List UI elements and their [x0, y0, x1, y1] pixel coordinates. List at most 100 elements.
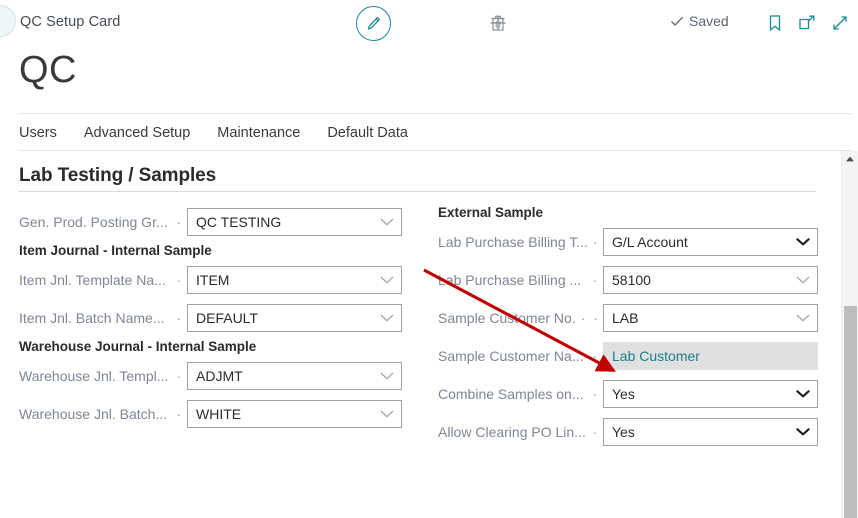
nav-item-maintenance[interactable]: Maintenance: [217, 125, 314, 141]
pencil-icon: [367, 16, 380, 30]
lab-purchase-billing-type-field-value: G/L Account: [612, 234, 688, 250]
check-icon: [671, 16, 684, 26]
warehouse-jnl-template-field-label: Warehouse Jnl. Templ...: [19, 368, 169, 384]
warehouse-jnl-template-field-value: ADJMT: [196, 368, 243, 384]
vertical-scrollbar[interactable]: [841, 151, 858, 518]
allow-clearing-po-lines-field-value: Yes: [612, 424, 635, 440]
expand-diagonal-icon: [833, 16, 847, 30]
lab-purchase-billing-no-field[interactable]: 58100: [603, 266, 818, 294]
chevron-down-icon: [380, 276, 394, 285]
warehouse-jnl-template-field-row: Warehouse Jnl. Templ... · ADJMT: [19, 357, 402, 395]
lab-purchase-billing-no-field-label: Lab Purchase Billing ...: [438, 272, 582, 288]
label-dot-separator: ·: [176, 368, 183, 384]
chevron-down-icon: [796, 238, 810, 247]
allow-clearing-po-lines-field-row: Allow Clearing PO Lin... · Yes: [438, 413, 818, 451]
label-dot-separator: · ·: [580, 310, 599, 326]
label-dot-separator: ·: [592, 424, 599, 440]
chevron-down-icon: [796, 390, 810, 399]
content-area: Lab Testing / Samples Gen. Prod. Posting…: [0, 151, 831, 518]
sample-customer-no-field-label: Sample Customer No.: [438, 310, 576, 326]
bookmark-icon: [769, 15, 781, 32]
chevron-down-icon: [380, 218, 394, 227]
label-dot-separator: ·: [176, 310, 183, 326]
action-nav: Users Advanced Setup Maintenance Default Da…: [19, 120, 435, 146]
warehouse-jnl-batch-field-value: WHITE: [196, 406, 242, 422]
nav-item-default-data[interactable]: Default Data: [327, 125, 422, 141]
combine-samples-on-field-label: Combine Samples on...: [438, 386, 584, 402]
item-jnl-batch-name-field-label: Item Jnl. Batch Name...: [19, 310, 165, 326]
sample-customer-name-field-row: Sample Customer Na... · Lab Customer: [438, 337, 818, 375]
chevron-down-icon: [380, 314, 394, 323]
label-dot-separator: ·: [592, 386, 599, 402]
item-jnl-template-name-field[interactable]: ITEM: [187, 266, 402, 294]
sample-customer-name-field-label: Sample Customer Na...: [438, 348, 584, 364]
warehouse-journal-internal-sample-subheading: Warehouse Journal - Internal Sample: [19, 339, 257, 354]
combine-samples-on-field-value: Yes: [612, 386, 635, 402]
chevron-down-icon: [796, 314, 810, 323]
left-column: Gen. Prod. Posting Gr... · QC TESTING Item …: [19, 203, 402, 433]
bookmark-button[interactable]: [758, 7, 792, 39]
chevron-down-icon: [380, 372, 394, 381]
gen-prod-posting-group-field-value: QC TESTING: [196, 214, 282, 230]
combine-samples-on-field[interactable]: Yes: [603, 380, 818, 408]
group-divider: [19, 191, 816, 192]
sample-customer-no-field[interactable]: LAB: [603, 304, 818, 332]
scroll-up-arrow-icon[interactable]: [842, 151, 858, 167]
label-dot-separator: ·: [176, 272, 183, 288]
label-dot-separator: ·: [592, 234, 599, 250]
allow-clearing-po-lines-field-label: Allow Clearing PO Lin...: [438, 424, 586, 440]
lab-purchase-billing-type-field[interactable]: G/L Account: [603, 228, 818, 256]
lab-purchase-billing-type-field-label: Lab Purchase Billing T...: [438, 234, 588, 250]
right-column: External Sample Lab Purchase Billing T...…: [438, 203, 818, 451]
label-dot-separator: ·: [176, 406, 183, 422]
label-dot-separator: ·: [592, 348, 599, 364]
open-in-new-window-button[interactable]: [790, 7, 824, 39]
card-name-label: QC Setup Card: [20, 14, 121, 30]
item-jnl-batch-name-field-value: DEFAULT: [196, 310, 258, 326]
warehouse-jnl-batch-field[interactable]: WHITE: [187, 400, 402, 428]
nav-item-users[interactable]: Users: [19, 125, 71, 141]
qc-setup-card-page: QC Setup Card Saved QC Users Advanced Se…: [0, 0, 858, 518]
sample-customer-no-field-row: Sample Customer No. · · LAB: [438, 299, 818, 337]
warehouse-jnl-batch-field-row: Warehouse Jnl. Batch... · WHITE: [19, 395, 402, 433]
label-dot-separator: ·: [176, 214, 183, 230]
sample-customer-no-field-value: LAB: [612, 310, 639, 326]
combine-samples-on-field-row: Combine Samples on... · Yes: [438, 375, 818, 413]
lab-purchase-billing-no-field-value: 58100: [612, 272, 651, 288]
item-jnl-template-name-field-label: Item Jnl. Template Na...: [19, 272, 166, 288]
expand-button[interactable]: [823, 7, 857, 39]
saved-status[interactable]: Saved: [669, 13, 729, 29]
sample-customer-name-field-value: Lab Customer: [612, 348, 700, 364]
lab-purchase-billing-type-field-row: Lab Purchase Billing T... · G/L Account: [438, 223, 818, 261]
gen-prod-posting-group-field-row: Gen. Prod. Posting Gr... · QC TESTING: [19, 203, 402, 241]
nav-item-advanced-setup[interactable]: Advanced Setup: [84, 125, 204, 141]
item-jnl-batch-name-field[interactable]: DEFAULT: [187, 304, 402, 332]
edit-button[interactable]: [355, 5, 392, 42]
group-title: Lab Testing / Samples: [19, 165, 217, 186]
item-jnl-batch-name-field-row: Item Jnl. Batch Name... · DEFAULT: [19, 299, 402, 337]
gen-prod-posting-group-field[interactable]: QC TESTING: [187, 208, 402, 236]
trash-button[interactable]: [481, 7, 515, 39]
sample-customer-name-field: Lab Customer: [603, 342, 818, 370]
chevron-down-icon: [796, 276, 810, 285]
page-title: QC: [19, 49, 77, 91]
edit-circle: [356, 6, 391, 41]
warehouse-jnl-batch-field-label: Warehouse Jnl. Batch...: [19, 406, 168, 422]
chevron-down-icon: [796, 428, 810, 437]
item-jnl-template-name-field-value: ITEM: [196, 272, 230, 288]
open-in-new-window-icon: [799, 15, 815, 30]
saved-label: Saved: [689, 13, 729, 29]
chevron-down-icon: [380, 410, 394, 419]
external-sample-subheading: External Sample: [438, 205, 544, 220]
trash-icon: [491, 15, 505, 31]
warehouse-jnl-template-field[interactable]: ADJMT: [187, 362, 402, 390]
item-journal-internal-sample-subheading: Item Journal - Internal Sample: [19, 243, 212, 258]
nav-top-divider: [19, 113, 852, 114]
back-circle-icon[interactable]: [0, 5, 16, 37]
item-jnl-template-name-field-row: Item Jnl. Template Na... · ITEM: [19, 261, 402, 299]
gen-prod-posting-group-field-label: Gen. Prod. Posting Gr...: [19, 214, 168, 230]
allow-clearing-po-lines-field[interactable]: Yes: [603, 418, 818, 446]
lab-purchase-billing-no-field-row: Lab Purchase Billing ... · 58100: [438, 261, 818, 299]
label-dot-separator: ·: [592, 272, 599, 288]
scroll-thumb[interactable]: [844, 306, 857, 518]
